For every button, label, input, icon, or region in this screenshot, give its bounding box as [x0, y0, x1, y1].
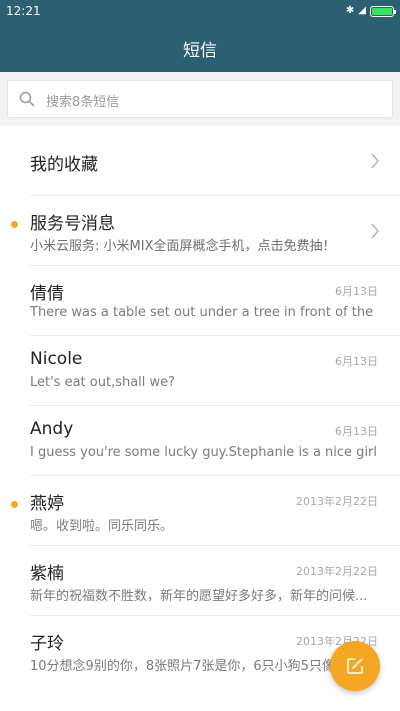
status-icons: ✱ ◢: [345, 4, 396, 18]
search-area: 搜索8条短信: [0, 72, 400, 126]
signal-icon: ◢: [358, 5, 366, 16]
status-time: 12:21: [6, 4, 41, 18]
message-date: 2013年2月22日: [296, 565, 378, 578]
title-bar: 短信: [0, 24, 400, 72]
contact-name: Nicole: [30, 349, 83, 369]
conversation-row[interactable]: Andy 6月13日 I guess you're some lucky guy…: [0, 406, 400, 476]
status-bar: 12:21 ✱ ◢: [0, 0, 400, 24]
message-preview: I guess you're some lucky guy.Stephanie …: [30, 445, 378, 460]
compose-button[interactable]: [330, 641, 380, 691]
favorites-label: 我的收藏: [30, 155, 98, 175]
chevron-right-icon: [371, 223, 379, 239]
message-preview: There was a table set out under a tree i…: [30, 305, 378, 320]
conversation-list: 我的收藏 服务号消息 小米云服务: 小米MIX全面屏概念手机，点击免费抽！ 倩倩…: [0, 126, 400, 686]
contact-name: 紫楠: [30, 564, 64, 584]
favorites-item[interactable]: 我的收藏: [0, 126, 400, 196]
search-icon: [19, 91, 35, 107]
contact-name: 倩倩: [30, 284, 64, 304]
unread-dot: [11, 501, 18, 508]
contact-name: 燕婷: [30, 494, 64, 514]
service-preview: 小米云服务: 小米MIX全面屏概念手机，点击免费抽！: [30, 239, 336, 254]
battery-icon: [370, 5, 396, 17]
message-preview: 10分想念9别的你，8张照片7张是你，6只小狗5只像你: [30, 659, 348, 674]
message-date: 6月13日: [335, 425, 378, 438]
conversation-row[interactable]: Nicole 6月13日 Let's eat out,shall we?: [0, 336, 400, 406]
conversation-row[interactable]: 燕婷 2013年2月22日 嗯。收到啦。同乐同乐。: [0, 476, 400, 546]
service-label: 服务号消息: [30, 214, 115, 234]
page-title: 短信: [183, 40, 217, 61]
message-preview: 嗯。收到啦。同乐同乐。: [30, 519, 174, 534]
search-placeholder: 搜索8条短信: [46, 95, 120, 110]
bluetooth-icon: ✱: [345, 5, 355, 16]
contact-name: 子玲: [30, 634, 64, 654]
conversation-row[interactable]: 倩倩 6月13日 There was a table set out under…: [0, 266, 400, 336]
message-preview: 新年的祝福数不胜数，新年的愿望好多好多，新年的问候...: [30, 589, 368, 604]
service-messages-item[interactable]: 服务号消息 小米云服务: 小米MIX全面屏概念手机，点击免费抽！: [0, 196, 400, 266]
compose-icon: [347, 658, 363, 674]
message-date: 6月13日: [335, 285, 378, 298]
battery-fill: [372, 7, 392, 15]
message-date: 2013年2月22日: [296, 495, 378, 508]
contact-name: Andy: [30, 419, 74, 439]
message-date: 6月13日: [335, 355, 378, 368]
unread-dot: [11, 221, 18, 228]
conversation-row[interactable]: 紫楠 2013年2月22日 新年的祝福数不胜数，新年的愿望好多好多，新年的问候.…: [0, 546, 400, 616]
search-input[interactable]: 搜索8条短信: [7, 80, 393, 118]
chevron-right-icon: [371, 153, 379, 169]
message-preview: Let's eat out,shall we?: [30, 375, 176, 390]
